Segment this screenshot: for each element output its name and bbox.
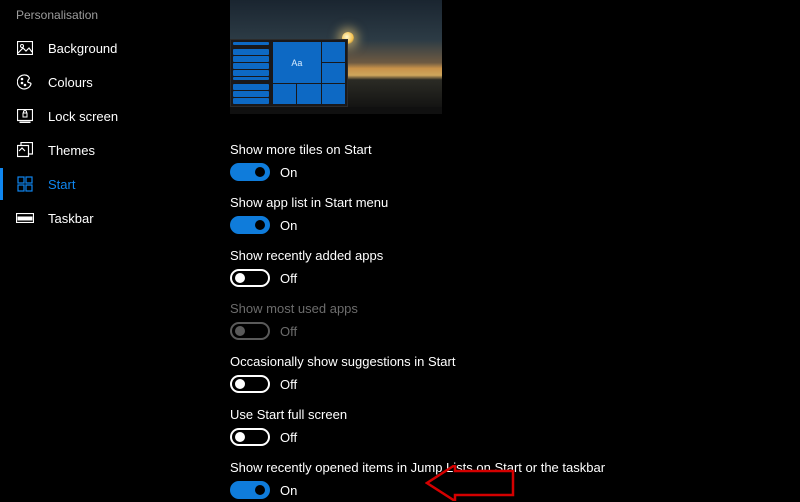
toggle-state-label: Off [280, 324, 297, 339]
setting-item: Show recently opened items in Jump Lists… [230, 460, 800, 499]
toggle-state-label: Off [280, 430, 297, 445]
settings-content: Aa Show more tiles on StartOnShow app li… [200, 0, 800, 502]
sidebar-item-label: Themes [48, 143, 95, 158]
start-preview: Aa [230, 0, 442, 114]
toggle-switch[interactable] [230, 269, 270, 287]
toggle-state-label: Off [280, 377, 297, 392]
setting-label: Occasionally show suggestions in Start [230, 354, 800, 369]
toggle-state-label: On [280, 218, 297, 233]
sidebar-item-start[interactable]: Start [0, 168, 200, 200]
sidebar-item-lock-screen[interactable]: Lock screen [0, 100, 200, 132]
toggle-switch[interactable] [230, 481, 270, 499]
sidebar-item-label: Lock screen [48, 109, 118, 124]
setting-label: Show most used apps [230, 301, 800, 316]
toggle-switch[interactable] [230, 163, 270, 181]
sidebar-item-label: Background [48, 41, 117, 56]
setting-label: Show recently opened items in Jump Lists… [230, 460, 800, 475]
palette-icon [16, 73, 34, 91]
sidebar-item-themes[interactable]: Themes [0, 134, 200, 166]
setting-item: Use Start full screen Off [230, 407, 800, 446]
sidebar-item-colours[interactable]: Colours [0, 66, 200, 98]
sidebar-item-background[interactable]: Background [0, 32, 200, 64]
setting-item: Show more tiles on Start On [230, 142, 800, 181]
toggle-switch [230, 322, 270, 340]
toggle-state-label: On [280, 483, 297, 498]
setting-label: Show app list in Start menu [230, 195, 800, 210]
start-preview-panel: Aa [230, 39, 348, 107]
sidebar-item-label: Colours [48, 75, 93, 90]
picture-icon [16, 39, 34, 57]
toggle-switch[interactable] [230, 428, 270, 446]
toggle-switch[interactable] [230, 375, 270, 393]
sidebar-item-label: Taskbar [48, 211, 94, 226]
settings-sidebar: Personalisation Background Colours Lock … [0, 0, 200, 502]
taskbar-icon [16, 209, 34, 227]
toggle-state-label: Off [280, 271, 297, 286]
themes-icon [16, 141, 34, 159]
sidebar-header: Personalisation [0, 4, 200, 32]
start-icon [16, 175, 34, 193]
setting-item: Show most used apps Off [230, 301, 800, 340]
sidebar-item-label: Start [48, 177, 75, 192]
toggle-switch[interactable] [230, 216, 270, 234]
setting-label: Show more tiles on Start [230, 142, 800, 157]
setting-item: Show recently added apps Off [230, 248, 800, 287]
setting-item: Show app list in Start menu On [230, 195, 800, 234]
sidebar-item-taskbar[interactable]: Taskbar [0, 202, 200, 234]
setting-label: Use Start full screen [230, 407, 800, 422]
preview-tile-big: Aa [273, 42, 321, 83]
setting-item: Occasionally show suggestions in Start Of… [230, 354, 800, 393]
setting-label: Show recently added apps [230, 248, 800, 263]
lock-screen-icon [16, 107, 34, 125]
toggle-state-label: On [280, 165, 297, 180]
